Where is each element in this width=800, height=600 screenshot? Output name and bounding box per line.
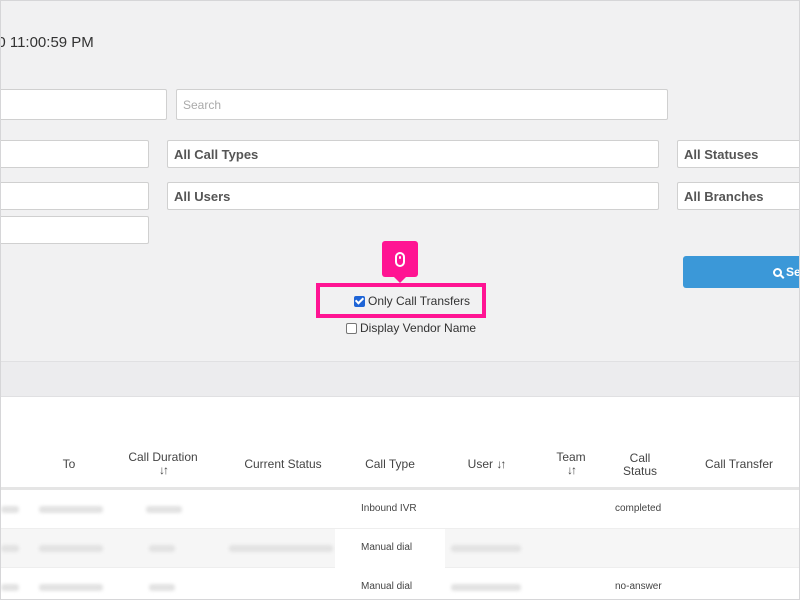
column-header-call-status: Call Status [615,452,665,478]
column-header-call-status-line2: Status [622,464,658,478]
redacted-cell [149,545,175,552]
redacted-cell [229,545,333,552]
branches-select-value: All Branches [684,188,764,204]
users-select-value: All Users [174,188,231,204]
display-vendor-name-option[interactable]: Display Vendor Name [346,321,476,335]
table-row[interactable]: Inbound IVR completed [1,490,799,529]
column-header-team[interactable]: Team ↓↑ [551,451,591,477]
search-button[interactable]: Se [683,256,800,288]
search-input[interactable]: Search [176,89,668,120]
statuses-select[interactable]: All Statuses [677,140,799,168]
app-window: 20 11:00:59 PM Search All Call Types All… [0,0,800,600]
display-vendor-name-checkbox[interactable] [346,322,357,334]
search-input-placeholder: Search [183,97,222,112]
cell-call-type: Manual dial [361,581,413,592]
column-header-call-type: Call Type [365,457,415,471]
redacted-cell [39,545,103,552]
mouse-icon [395,251,405,267]
call-types-select-value: All Call Types [174,146,259,162]
datetime-label: 20 11:00:59 PM [1,34,94,51]
cell-call-type: Manual dial [361,542,413,553]
only-call-transfers-option[interactable]: Only Call Transfers [354,294,470,308]
click-hint-badge [382,241,418,283]
column-header-user-label: User [467,457,493,471]
redacted-cell [451,584,521,591]
search-button-label: Se [786,265,800,279]
call-types-select[interactable]: All Call Types [167,140,659,168]
only-call-transfers-label: Only Call Transfers [368,294,471,308]
date-from-input[interactable] [1,140,149,168]
cell-call-status: no-answer [615,581,662,592]
cell-call-status: completed [615,503,662,514]
sort-icon[interactable]: ↓↑ [496,457,506,471]
column-header-call-transfer: Call Transfer [704,457,774,471]
column-header-user[interactable]: User ↓↑ [459,458,513,471]
redacted-cell [146,506,182,513]
branches-select[interactable]: All Branches [677,182,799,210]
column-header-current-status: Current Status [244,457,322,471]
redacted-cell [149,584,175,591]
redacted-cell [1,506,19,513]
statuses-select-value: All Statuses [684,146,759,162]
column-header-call-duration[interactable]: Call Duration ↓↑ [119,451,207,477]
left-input-1[interactable] [1,89,167,120]
users-select[interactable]: All Users [167,182,659,210]
date-to-input[interactable] [1,182,149,210]
redacted-cell [39,506,103,513]
column-header-to: To [62,457,76,471]
table-row[interactable]: Manual dial no-answer [1,568,799,599]
search-icon [773,267,782,277]
redacted-cell [1,545,19,552]
sort-icon[interactable]: ↓↑ [551,464,591,477]
display-vendor-name-label: Display Vendor Name [360,321,477,335]
table-row[interactable]: Manual dial [1,529,799,568]
sort-icon[interactable]: ↓↑ [119,464,207,477]
section-band [1,361,799,397]
only-call-transfers-checkbox[interactable] [354,295,365,307]
extra-input[interactable] [1,216,149,244]
cell-call-type: Inbound IVR [361,503,417,514]
redacted-cell [1,584,19,591]
redacted-cell [39,584,103,591]
redacted-cell [451,545,521,552]
